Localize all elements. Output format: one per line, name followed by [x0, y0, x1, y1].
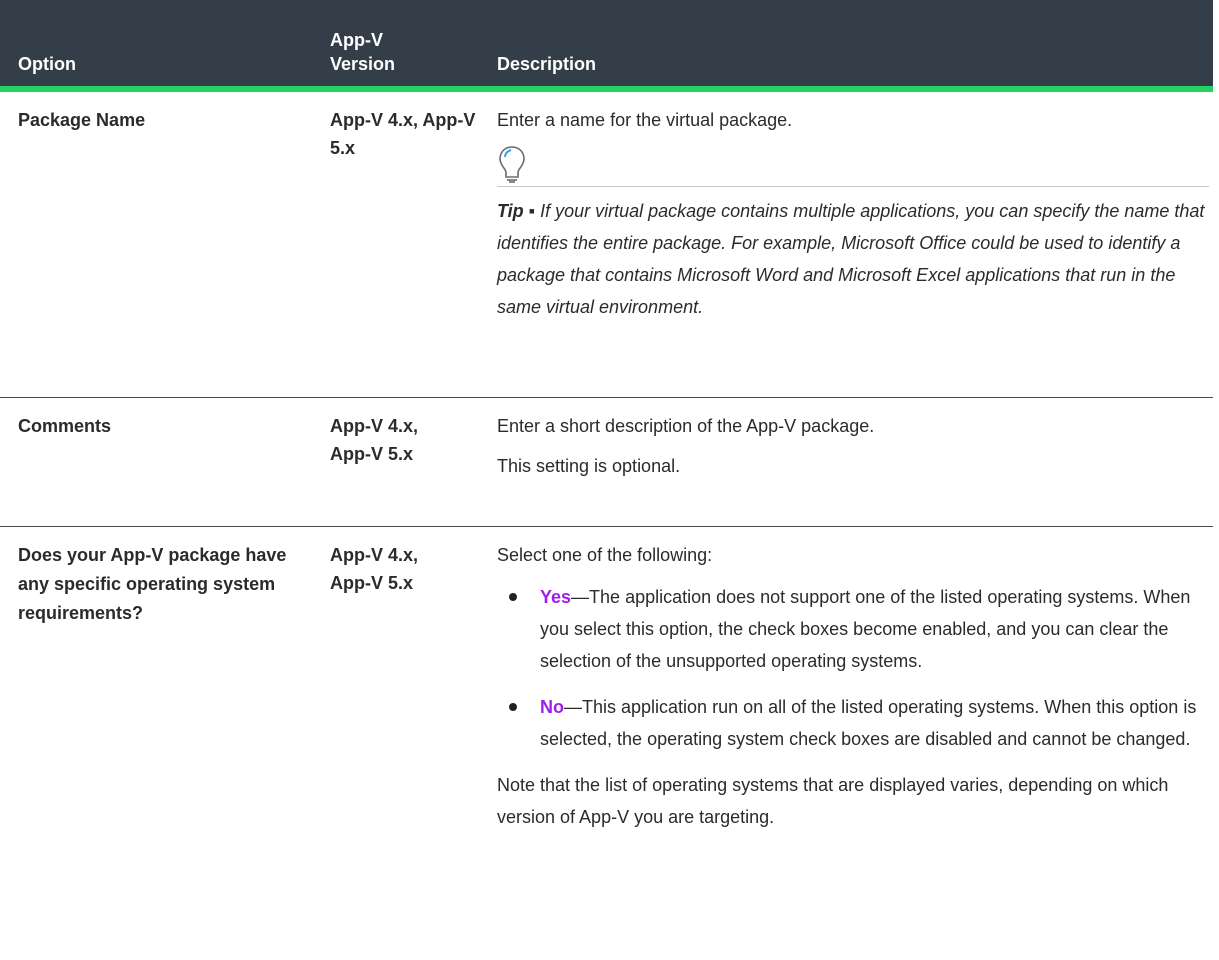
tip-divider	[497, 186, 1209, 187]
options-table: Option App-V Version Description Package…	[0, 0, 1213, 957]
option-name: Package Name	[18, 110, 146, 130]
keyword-no: No	[540, 697, 564, 717]
bullet-dot	[509, 703, 517, 711]
list-item-text: —This application run on all of the list…	[540, 697, 1197, 749]
tip-body: If your virtual package contains multipl…	[497, 201, 1205, 317]
header-version: App-V Version	[330, 30, 396, 74]
app-v-version: App-V 4.x, App-V 5.x	[330, 545, 419, 593]
table-header: Option App-V Version Description	[0, 0, 1213, 92]
table-row: Package Name App-V 4.x, App-V 5.x Enter …	[0, 92, 1213, 398]
description-intro: Select one of the following:	[497, 545, 713, 565]
list-item-text: —The application does not support one of…	[540, 587, 1191, 671]
list-item: Yes—The application does not support one…	[497, 581, 1207, 677]
header-option: Option	[18, 54, 76, 74]
tip-label: Tip	[497, 201, 524, 221]
option-name: Comments	[18, 416, 112, 436]
header-description: Description	[497, 54, 597, 74]
description-cell: Select one of the following: Yes—The app…	[497, 541, 1207, 833]
description-note: This setting is optional.	[497, 456, 681, 476]
keyword-yes: Yes	[540, 587, 572, 607]
list-item: No—This application run on all of the li…	[497, 691, 1207, 755]
app-v-version: App-V 4.x, App-V 5.x	[330, 110, 476, 158]
description-cell: Enter a short description of the App-V p…	[497, 412, 1207, 480]
option-name: Does your App-V package have any specifi…	[18, 545, 287, 623]
tip-text: Tip ▪ If your virtual package contains m…	[497, 195, 1207, 323]
table-row: Comments App-V 4.x, App-V 5.x Enter a sh…	[0, 398, 1213, 527]
tip-separator: ▪	[523, 201, 541, 221]
description-cell: Enter a name for the virtual package. Ti…	[497, 106, 1209, 323]
app-v-version: App-V 4.x, App-V 5.x	[330, 416, 419, 464]
description-text: Enter a short description of the App-V p…	[497, 416, 875, 436]
description-text: Enter a name for the virtual package.	[497, 110, 793, 130]
lightbulb-icon	[497, 144, 1207, 184]
table-row: Does your App-V package have any specifi…	[0, 527, 1213, 957]
description-note: Note that the list of operating systems …	[497, 775, 1169, 827]
bullet-dot	[509, 593, 517, 601]
option-list: Yes—The application does not support one…	[497, 581, 1207, 755]
